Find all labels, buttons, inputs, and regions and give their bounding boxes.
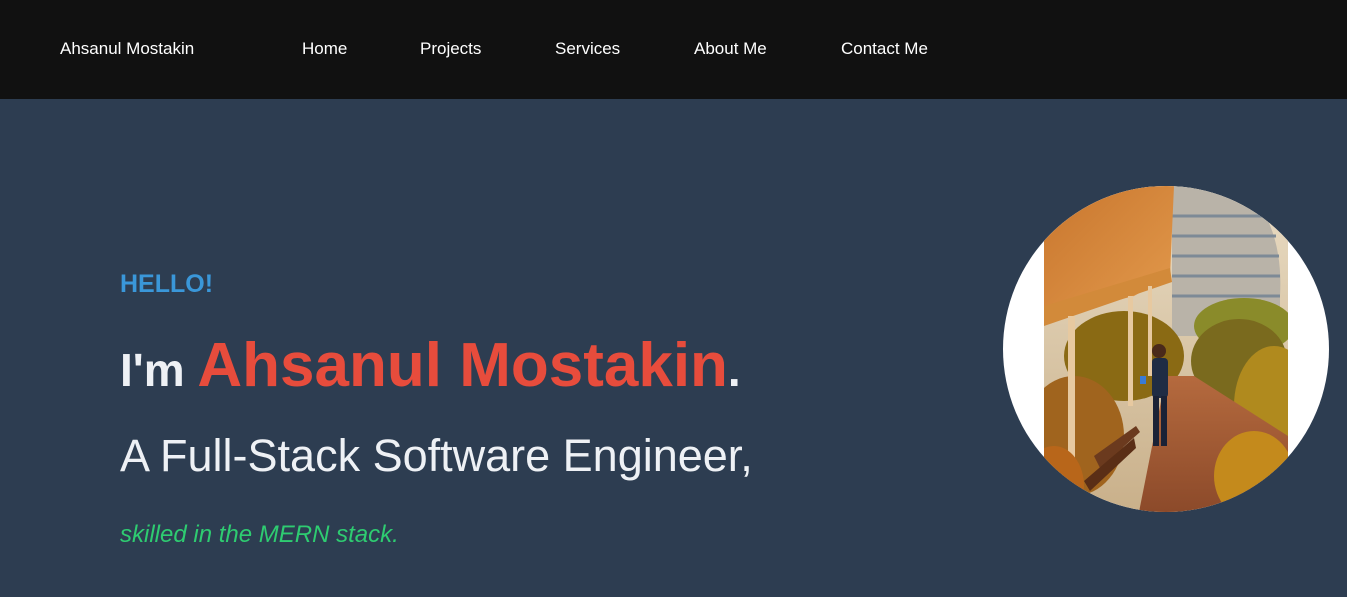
nav-link-services[interactable]: Services bbox=[555, 39, 620, 59]
nav-link-projects[interactable]: Projects bbox=[420, 39, 481, 59]
nav-link-contact-me[interactable]: Contact Me bbox=[841, 39, 928, 59]
hero-name: Ahsanul Mostakin bbox=[197, 331, 728, 400]
navbar: Ahsanul Mostakin Home Projects Services … bbox=[0, 0, 1347, 99]
intro-suffix: . bbox=[727, 344, 741, 396]
profile-photo bbox=[1003, 186, 1329, 512]
hero-skills: skilled in the MERN stack. bbox=[120, 521, 399, 548]
profile-photo-illustration bbox=[1044, 186, 1288, 512]
hero-intro: I'm Ahsanul Mostakin. bbox=[120, 331, 741, 405]
brand-link[interactable]: Ahsanul Mostakin bbox=[60, 39, 194, 59]
nav-link-home[interactable]: Home bbox=[302, 39, 347, 59]
hero-greeting: HELLO! bbox=[120, 270, 214, 298]
hero-section: HELLO! I'm Ahsanul Mostakin. A Full-Stac… bbox=[0, 99, 1347, 597]
hero-role: A Full-Stack Software Engineer, bbox=[120, 430, 753, 481]
nav-link-about-me[interactable]: About Me bbox=[694, 39, 767, 59]
intro-prefix: I'm bbox=[120, 344, 198, 396]
